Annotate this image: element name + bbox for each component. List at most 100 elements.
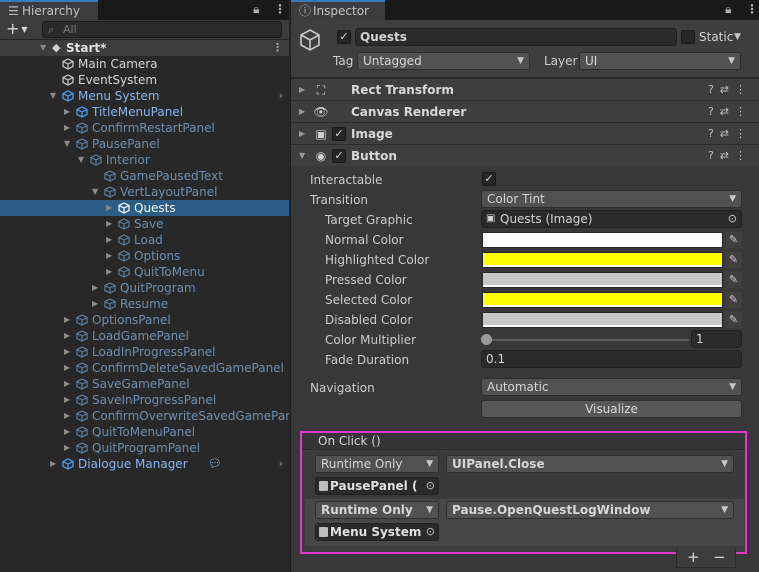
collapse-arrow-icon[interactable]: ▶ <box>50 456 60 472</box>
lock-icon[interactable]: 🔒︎ <box>253 2 259 17</box>
component-tools[interactable]: ?⇄⋮ <box>708 145 752 167</box>
color-swatch[interactable] <box>482 252 723 268</box>
object-name-field[interactable]: Quests <box>355 28 677 46</box>
collapse-arrow-icon[interactable]: ▶ <box>64 120 74 136</box>
presets-icon[interactable]: ⇄ <box>720 149 735 162</box>
more-options-icon[interactable]: ⋮ <box>746 2 758 16</box>
eyedropper-icon[interactable]: ✎ <box>725 292 742 308</box>
transition-dropdown[interactable]: Color Tint ▼ <box>481 190 742 208</box>
hierarchy-item[interactable]: ▼ Menu System › <box>0 88 289 104</box>
hierarchy-item[interactable]: ▶ ConfirmRestartPanel <box>0 120 289 136</box>
more-options-icon[interactable]: ⋮ <box>735 149 752 162</box>
color-swatch[interactable] <box>482 232 723 248</box>
collapse-arrow-icon[interactable]: ▶ <box>64 392 74 408</box>
component-button[interactable]: ▼ ◉ ✓ Button ?⇄⋮ <box>291 144 759 166</box>
more-options-icon[interactable]: ⋮ <box>735 127 752 140</box>
hierarchy-item[interactable]: ▶ QuitProgramPanel <box>0 440 289 456</box>
color-multiplier-slider-thumb[interactable] <box>481 334 492 345</box>
fade-duration-field[interactable]: 0.1 <box>481 350 742 368</box>
tab-hierarchy[interactable]: ☰ Hierarchy <box>0 0 98 20</box>
color-swatch[interactable] <box>482 272 723 288</box>
component-image[interactable]: ▶ ▣ ✓ Image ?⇄⋮ <box>291 122 759 144</box>
component-canvas-renderer[interactable]: ▶ 👁︎ Canvas Renderer ?⇄⋮ <box>291 100 759 122</box>
expand-arrow-icon[interactable]: ▼ <box>92 184 102 200</box>
hierarchy-item[interactable]: ▶ ConfirmDeleteSavedGamePanel <box>0 360 289 376</box>
collapse-arrow-icon[interactable]: ▶ <box>64 408 74 424</box>
help-icon[interactable]: ? <box>708 127 720 140</box>
scene-row[interactable]: ▼ ◆ Start* ⋮ <box>0 40 289 56</box>
hierarchy-item[interactable]: GamePausedText <box>0 168 289 184</box>
layer-dropdown[interactable]: UI ▼ <box>579 52 741 70</box>
object-picker-icon[interactable]: ⊙ <box>426 524 435 540</box>
expand-arrow-icon[interactable]: ▼ <box>50 88 60 104</box>
image-enabled-checkbox[interactable]: ✓ <box>332 127 346 141</box>
tag-dropdown[interactable]: Untagged ▼ <box>357 52 530 70</box>
static-checkbox[interactable] <box>681 30 695 44</box>
add-event-button[interactable]: + <box>687 548 700 566</box>
active-checkbox[interactable]: ✓ <box>337 30 351 44</box>
static-dropdown-icon[interactable]: ▼ <box>734 32 741 42</box>
event-mode-dropdown[interactable]: Runtime Only ▼ <box>315 455 439 473</box>
hierarchy-item[interactable]: ▶ Save <box>0 216 289 232</box>
presets-icon[interactable]: ⇄ <box>720 105 735 118</box>
hierarchy-item[interactable]: ▶ LoadInProgressPanel <box>0 344 289 360</box>
object-picker-icon[interactable]: ⊙ <box>426 478 435 494</box>
component-tools[interactable]: ?⇄⋮ <box>708 123 752 145</box>
expand-arrow-icon[interactable]: ▼ <box>78 152 88 168</box>
chevron-right-icon[interactable]: › <box>279 88 283 104</box>
hierarchy-item[interactable]: ▶ QuitToMenuPanel <box>0 424 289 440</box>
event-function-dropdown[interactable]: UIPanel.Close ▼ <box>446 455 734 473</box>
target-graphic-field[interactable]: ▣ Quests (Image) ⊙ <box>481 210 742 228</box>
hierarchy-item[interactable]: ▶ SaveInProgressPanel <box>0 392 289 408</box>
hierarchy-item[interactable]: ▶ OptionsPanel <box>0 312 289 328</box>
color-multiplier-field[interactable]: 1 <box>691 330 742 348</box>
collapse-arrow-icon[interactable]: ▶ <box>106 216 116 232</box>
create-button[interactable]: + ▼ <box>6 20 28 39</box>
hierarchy-item[interactable]: ▶ Resume <box>0 296 289 312</box>
component-rect-transform[interactable]: ▶ ⛶ Rect Transform ?⇄⋮ <box>291 78 759 100</box>
more-options-icon[interactable]: ⋮ <box>274 2 286 16</box>
collapse-arrow-icon[interactable]: ▶ <box>64 424 74 440</box>
more-options-icon[interactable]: ⋮ <box>735 83 752 96</box>
hierarchy-item[interactable]: ▶ Load <box>0 232 289 248</box>
navigation-dropdown[interactable]: Automatic ▼ <box>481 378 742 396</box>
event-object-field[interactable]: PausePanel (⊙ <box>315 477 439 495</box>
hierarchy-item[interactable]: ▶ Options <box>0 248 289 264</box>
collapse-arrow-icon[interactable]: ▶ <box>106 248 116 264</box>
event-mode-dropdown[interactable]: Runtime Only ▼ <box>315 501 439 519</box>
eyedropper-icon[interactable]: ✎ <box>725 232 742 248</box>
tab-inspector[interactable]: ⓘ Inspector <box>291 0 385 20</box>
component-tools[interactable]: ?⇄⋮ <box>708 79 752 101</box>
presets-icon[interactable]: ⇄ <box>720 83 735 96</box>
collapse-arrow-icon[interactable]: ▶ <box>106 232 116 248</box>
hierarchy-item[interactable]: ▶ Quests <box>0 200 289 216</box>
more-options-icon[interactable]: ⋮ <box>735 105 752 118</box>
color-swatch[interactable] <box>482 292 723 308</box>
collapse-arrow-icon[interactable]: ▶ <box>64 440 74 456</box>
eyedropper-icon[interactable]: ✎ <box>725 272 742 288</box>
hierarchy-item[interactable]: ▶ QuitProgram <box>0 280 289 296</box>
collapse-arrow-icon[interactable]: ▶ <box>106 264 116 280</box>
collapse-arrow-icon[interactable]: ▶ <box>64 376 74 392</box>
collapse-arrow-icon[interactable]: ▶ <box>64 328 74 344</box>
visualize-button[interactable]: Visualize <box>481 400 742 418</box>
hierarchy-item[interactable]: ▶ SaveGamePanel <box>0 376 289 392</box>
hierarchy-item[interactable]: ▶ LoadGamePanel <box>0 328 289 344</box>
more-options-icon[interactable]: ⋮ <box>272 40 283 56</box>
hierarchy-item[interactable]: ▼ VertLayoutPanel <box>0 184 289 200</box>
hierarchy-item[interactable]: ▶ Dialogue Manager 💬︎ › <box>0 456 289 472</box>
collapse-arrow-icon[interactable]: ▶ <box>64 360 74 376</box>
hierarchy-item[interactable]: ▼ PausePanel <box>0 136 289 152</box>
hierarchy-item[interactable]: EventSystem <box>0 72 289 88</box>
button-enabled-checkbox[interactable]: ✓ <box>332 149 346 163</box>
event-object-field[interactable]: Menu System ⊙ <box>315 523 439 541</box>
interactable-checkbox[interactable]: ✓ <box>482 172 496 186</box>
hierarchy-item[interactable]: ▶ ConfirmOverwriteSavedGamePanel <box>0 408 289 424</box>
lock-icon[interactable]: 🔒︎ <box>725 2 731 17</box>
collapse-arrow-icon[interactable]: ▶ <box>92 280 102 296</box>
hierarchy-item[interactable]: ▶ TitleMenuPanel <box>0 104 289 120</box>
hierarchy-item[interactable]: Main Camera <box>0 56 289 72</box>
color-multiplier-slider-track[interactable] <box>487 339 689 341</box>
component-tools[interactable]: ?⇄⋮ <box>708 101 752 123</box>
chevron-right-icon[interactable]: › <box>279 456 283 472</box>
